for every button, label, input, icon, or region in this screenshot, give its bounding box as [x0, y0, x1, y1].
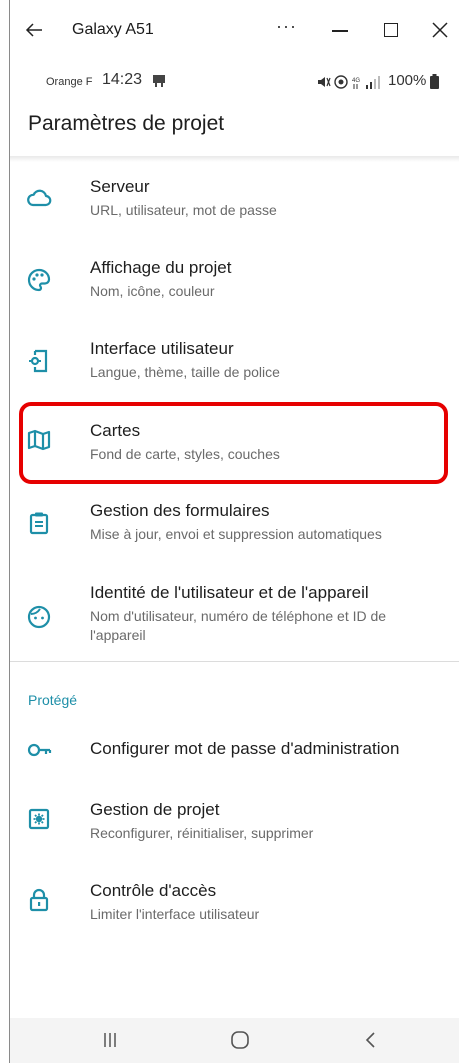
close-icon[interactable] [430, 20, 450, 40]
setting-project-display[interactable]: Affichage du projet Nom, icône, couleur [10, 247, 459, 327]
window-title: Galaxy A51 [72, 21, 154, 38]
maximize-icon[interactable] [384, 23, 398, 37]
setting-form-management[interactable]: Gestion des formulaires Mise à jour, env… [10, 490, 459, 570]
setting-description: Mise à jour, envoi et suppression automa… [90, 526, 382, 542]
back-arrow-icon[interactable] [22, 18, 46, 42]
recent-apps-icon[interactable] [102, 1032, 118, 1048]
nav-back-icon[interactable] [362, 1030, 378, 1050]
face-icon [26, 604, 52, 630]
setting-label: Identité de l'utilisateur et de l'appare… [90, 583, 369, 602]
setting-description: Nom, icône, couleur [90, 283, 215, 299]
setting-project-management[interactable]: Gestion de projet Reconfigurer, réinitia… [10, 787, 459, 867]
navigation-bar [10, 1018, 459, 1063]
key-icon [26, 737, 52, 763]
lock-icon [26, 887, 52, 913]
clock: 14:23 [102, 71, 143, 88]
setting-admin-password[interactable]: Configurer mot de passe d'administration [10, 718, 459, 780]
battery-icon [430, 74, 439, 89]
minimize-icon[interactable] [332, 30, 348, 32]
setting-description: Langue, thème, taille de police [90, 364, 280, 380]
system-status-icons: 4G [316, 74, 386, 90]
section-header-protected: Protégé [28, 692, 78, 708]
settings-box-icon [26, 806, 52, 832]
setting-label: Configurer mot de passe d'administration [90, 739, 400, 758]
window-titlebar: Galaxy A51 ··· [10, 0, 459, 62]
setting-access-control[interactable]: Contrôle d'accès Limiter l'interface uti… [10, 868, 459, 948]
setting-description: Nom d'utilisateur, numéro de téléphone e… [90, 608, 387, 643]
palette-icon [26, 267, 52, 293]
more-options-icon[interactable]: ··· [276, 16, 297, 37]
setting-user-device-identity[interactable]: Identité de l'utilisateur et de l'appare… [10, 571, 459, 659]
setting-label: Gestion de projet [90, 800, 220, 819]
phone-frame: Galaxy A51 ··· Orange F 14:23 4G 100% Pa… [9, 0, 459, 1063]
svg-text:4G: 4G [352, 78, 360, 84]
app-header: Paramètres de projet [10, 102, 459, 156]
notification-icon [152, 74, 166, 88]
home-icon[interactable] [230, 1030, 250, 1050]
section-divider [10, 661, 459, 662]
clipboard-icon [26, 510, 52, 536]
carrier-label: Orange F [46, 76, 93, 88]
setting-label: Contrôle d'accès [90, 881, 217, 900]
page-title: Paramètres de projet [28, 112, 225, 135]
setting-description: URL, utilisateur, mot de passe [90, 202, 277, 218]
phone-settings-icon [26, 348, 52, 374]
cloud-icon [26, 186, 52, 212]
setting-label: Affichage du projet [90, 258, 232, 277]
battery-percentage: 100% [388, 72, 427, 89]
setting-label: Gestion des formulaires [90, 501, 270, 520]
highlight-annotation [19, 402, 448, 484]
setting-label: Interface utilisateur [90, 339, 234, 358]
setting-description: Limiter l'interface utilisateur [90, 906, 260, 922]
status-bar: Orange F 14:23 4G 100% [10, 62, 459, 102]
header-shadow [10, 156, 459, 162]
setting-server[interactable]: Serveur URL, utilisateur, mot de passe [10, 166, 459, 246]
setting-user-interface[interactable]: Interface utilisateur Langue, thème, tai… [10, 328, 459, 408]
setting-label: Serveur [90, 177, 150, 196]
setting-description: Reconfigurer, réinitialiser, supprimer [90, 825, 314, 841]
